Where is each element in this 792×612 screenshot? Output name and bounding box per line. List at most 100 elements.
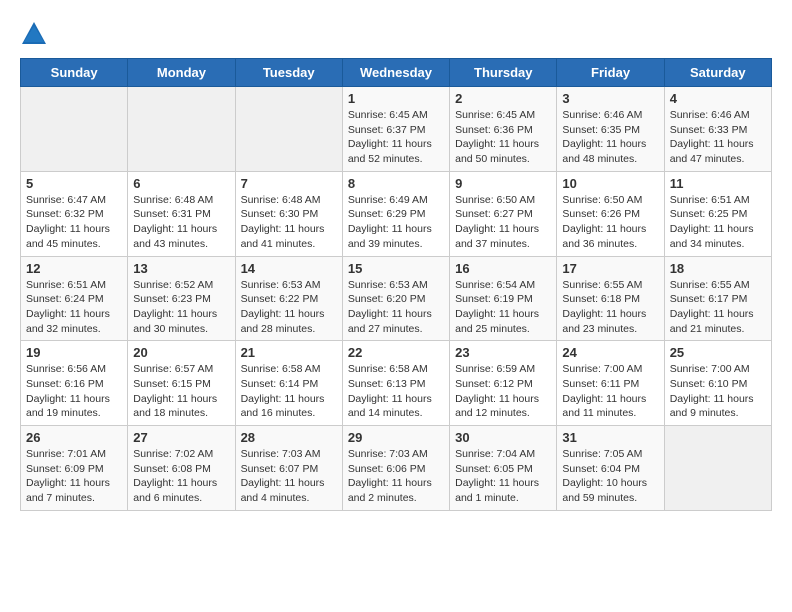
day-info: Sunrise: 6:58 AMSunset: 6:14 PMDaylight:… [241,362,337,421]
header-sunday: Sunday [21,59,128,87]
calendar-header-row: SundayMondayTuesdayWednesdayThursdayFrid… [21,59,772,87]
day-number: 29 [348,430,444,445]
table-row: 6 Sunrise: 6:48 AMSunset: 6:31 PMDaylight… [128,171,235,256]
table-row: 24 Sunrise: 7:00 AMSunset: 6:11 PMDayligh… [557,341,664,426]
day-info: Sunrise: 7:00 AMSunset: 6:11 PMDaylight:… [562,362,658,421]
table-row: 7 Sunrise: 6:48 AMSunset: 6:30 PMDaylight… [235,171,342,256]
day-info: Sunrise: 6:54 AMSunset: 6:19 PMDaylight:… [455,278,551,337]
day-number: 19 [26,345,122,360]
day-number: 17 [562,261,658,276]
table-row: 31 Sunrise: 7:05 AMSunset: 6:04 PMDayligh… [557,426,664,511]
day-info: Sunrise: 6:53 AMSunset: 6:22 PMDaylight:… [241,278,337,337]
day-info: Sunrise: 6:56 AMSunset: 6:16 PMDaylight:… [26,362,122,421]
day-info: Sunrise: 6:51 AMSunset: 6:25 PMDaylight:… [670,193,766,252]
table-row: 16 Sunrise: 6:54 AMSunset: 6:19 PMDayligh… [450,256,557,341]
week-row-2: 5 Sunrise: 6:47 AMSunset: 6:32 PMDaylight… [21,171,772,256]
table-row: 2Sunrise: 6:45 AMSunset: 6:36 PMDaylight… [450,87,557,172]
table-row: 29 Sunrise: 7:03 AMSunset: 6:06 PMDayligh… [342,426,449,511]
day-number: 12 [26,261,122,276]
table-row [235,87,342,172]
table-row: 28 Sunrise: 7:03 AMSunset: 6:07 PMDayligh… [235,426,342,511]
day-info: Sunrise: 6:55 AMSunset: 6:18 PMDaylight:… [562,278,658,337]
table-row: 26Sunrise: 7:01 AMSunset: 6:09 PMDayligh… [21,426,128,511]
logo [20,20,52,48]
day-info: Sunrise: 6:55 AMSunset: 6:17 PMDaylight:… [670,278,766,337]
table-row: 3Sunrise: 6:46 AMSunset: 6:35 PMDaylight… [557,87,664,172]
day-number: 28 [241,430,337,445]
day-info: Sunrise: 6:50 AMSunset: 6:26 PMDaylight:… [562,193,658,252]
day-number: 24 [562,345,658,360]
day-info: Sunrise: 7:04 AMSunset: 6:05 PMDaylight:… [455,447,551,506]
day-info: Sunrise: 6:46 AMSunset: 6:33 PMDaylight:… [670,108,766,167]
table-row [664,426,771,511]
table-row: 13 Sunrise: 6:52 AMSunset: 6:23 PMDayligh… [128,256,235,341]
day-info: Sunrise: 6:53 AMSunset: 6:20 PMDaylight:… [348,278,444,337]
day-info: Sunrise: 6:48 AMSunset: 6:31 PMDaylight:… [133,193,229,252]
day-info: Sunrise: 7:00 AMSunset: 6:10 PMDaylight:… [670,362,766,421]
day-number: 26 [26,430,122,445]
table-row: 10 Sunrise: 6:50 AMSunset: 6:26 PMDayligh… [557,171,664,256]
table-row [21,87,128,172]
day-info: Sunrise: 7:05 AMSunset: 6:04 PMDaylight:… [562,447,658,506]
day-info: Sunrise: 6:47 AMSunset: 6:32 PMDaylight:… [26,193,122,252]
table-row: 11 Sunrise: 6:51 AMSunset: 6:25 PMDayligh… [664,171,771,256]
day-info: Sunrise: 6:49 AMSunset: 6:29 PMDaylight:… [348,193,444,252]
day-number: 20 [133,345,229,360]
day-number: 7 [241,176,337,191]
day-info: Sunrise: 6:59 AMSunset: 6:12 PMDaylight:… [455,362,551,421]
day-number: 4 [670,91,766,106]
day-number: 31 [562,430,658,445]
page-header [20,20,772,48]
day-info: Sunrise: 6:57 AMSunset: 6:15 PMDaylight:… [133,362,229,421]
day-number: 18 [670,261,766,276]
day-number: 23 [455,345,551,360]
table-row: 9Sunrise: 6:50 AMSunset: 6:27 PMDaylight… [450,171,557,256]
day-number: 21 [241,345,337,360]
table-row: 23 Sunrise: 6:59 AMSunset: 6:12 PMDayligh… [450,341,557,426]
day-info: Sunrise: 7:03 AMSunset: 6:07 PMDaylight:… [241,447,337,506]
day-info: Sunrise: 6:52 AMSunset: 6:23 PMDaylight:… [133,278,229,337]
table-row: 8 Sunrise: 6:49 AMSunset: 6:29 PMDaylight… [342,171,449,256]
calendar-table: SundayMondayTuesdayWednesdayThursdayFrid… [20,58,772,511]
table-row: 18 Sunrise: 6:55 AMSunset: 6:17 PMDayligh… [664,256,771,341]
table-row: 20 Sunrise: 6:57 AMSunset: 6:15 PMDayligh… [128,341,235,426]
day-info: Sunrise: 6:48 AMSunset: 6:30 PMDaylight:… [241,193,337,252]
table-row: 5 Sunrise: 6:47 AMSunset: 6:32 PMDaylight… [21,171,128,256]
day-info: Sunrise: 6:46 AMSunset: 6:35 PMDaylight:… [562,108,658,167]
day-number: 25 [670,345,766,360]
header-tuesday: Tuesday [235,59,342,87]
header-friday: Friday [557,59,664,87]
week-row-4: 19 Sunrise: 6:56 AMSunset: 6:16 PMDayligh… [21,341,772,426]
table-row: 12 Sunrise: 6:51 AMSunset: 6:24 PMDayligh… [21,256,128,341]
day-number: 11 [670,176,766,191]
table-row: 21 Sunrise: 6:58 AMSunset: 6:14 PMDayligh… [235,341,342,426]
logo-icon [20,20,48,48]
table-row: 4 Sunrise: 6:46 AMSunset: 6:33 PMDaylight… [664,87,771,172]
day-number: 27 [133,430,229,445]
day-number: 16 [455,261,551,276]
header-monday: Monday [128,59,235,87]
day-info: Sunrise: 7:02 AMSunset: 6:08 PMDaylight:… [133,447,229,506]
table-row: 22 Sunrise: 6:58 AMSunset: 6:13 PMDayligh… [342,341,449,426]
day-number: 1 [348,91,444,106]
day-number: 6 [133,176,229,191]
day-info: Sunrise: 7:03 AMSunset: 6:06 PMDaylight:… [348,447,444,506]
day-number: 13 [133,261,229,276]
day-number: 10 [562,176,658,191]
day-info: Sunrise: 6:45 AMSunset: 6:37 PMDaylight:… [348,108,444,167]
day-number: 14 [241,261,337,276]
day-number: 22 [348,345,444,360]
day-number: 15 [348,261,444,276]
table-row: 27 Sunrise: 7:02 AMSunset: 6:08 PMDayligh… [128,426,235,511]
day-number: 5 [26,176,122,191]
day-info: Sunrise: 6:51 AMSunset: 6:24 PMDaylight:… [26,278,122,337]
table-row: 15 Sunrise: 6:53 AMSunset: 6:20 PMDayligh… [342,256,449,341]
week-row-1: 1 Sunrise: 6:45 AMSunset: 6:37 PMDaylight… [21,87,772,172]
table-row: 1 Sunrise: 6:45 AMSunset: 6:37 PMDaylight… [342,87,449,172]
table-row: 17 Sunrise: 6:55 AMSunset: 6:18 PMDayligh… [557,256,664,341]
day-info: Sunrise: 6:58 AMSunset: 6:13 PMDaylight:… [348,362,444,421]
day-info: Sunrise: 6:45 AMSunset: 6:36 PMDaylight:… [455,108,551,167]
day-number: 8 [348,176,444,191]
day-number: 30 [455,430,551,445]
table-row: 19 Sunrise: 6:56 AMSunset: 6:16 PMDayligh… [21,341,128,426]
